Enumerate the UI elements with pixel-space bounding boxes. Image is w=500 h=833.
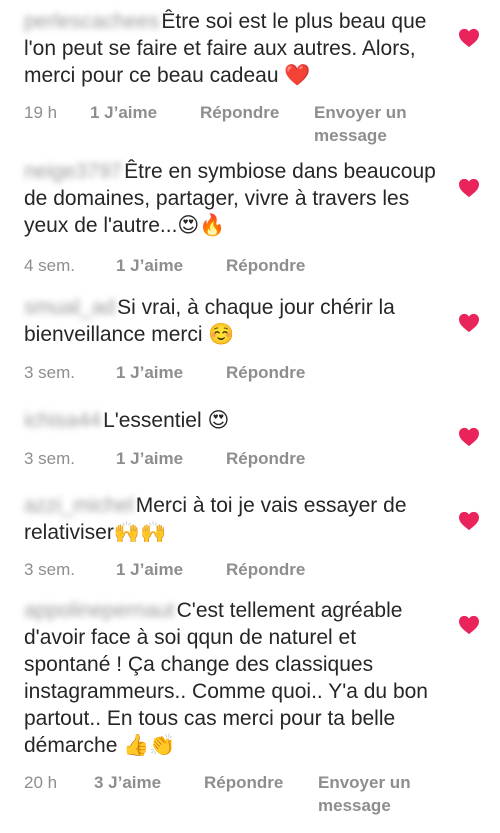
reply-button[interactable]: Répondre — [204, 771, 283, 794]
reply-button[interactable]: Répondre — [226, 254, 305, 277]
comment-username[interactable]: azzi_michel — [24, 492, 134, 519]
reply-button[interactable]: Répondre — [226, 361, 305, 384]
likes-count-button[interactable]: 1 J’aime — [116, 447, 183, 470]
comment-username[interactable]: appolinepernaut — [24, 597, 175, 624]
likes-count-button[interactable]: 1 J’aime — [116, 361, 183, 384]
reply-button[interactable]: Répondre — [226, 558, 305, 581]
comment-username[interactable]: smual_ad — [24, 294, 115, 321]
likes-count-button[interactable]: 1 J’aime — [116, 558, 183, 581]
comment-username[interactable]: ichisa44 — [24, 407, 101, 434]
comment-body: appolinepernautC'est tellement agréable … — [24, 597, 444, 759]
like-heart-icon[interactable] — [458, 178, 480, 198]
likes-count-button[interactable]: 1 J’aime — [90, 101, 157, 124]
comment-time: 3 sem. — [24, 449, 76, 468]
comment-time: 19 h — [24, 103, 58, 122]
comment-username[interactable]: neige3797 — [24, 158, 122, 185]
likes-count-button[interactable]: 1 J’aime — [116, 254, 183, 277]
comment-body: neige3797Être en symbiose dans beaucoup … — [24, 158, 444, 239]
comment-text: L'essentiel 😍 — [103, 409, 230, 432]
comment-body: smual_adSi vrai, à chaque jour chérir la… — [24, 294, 444, 348]
comment-username[interactable]: perlescachees — [24, 8, 159, 35]
comment-body: perlescacheesÊtre soi est le plus beau q… — [24, 8, 444, 89]
send-message-button[interactable]: Envoyer un message — [314, 101, 424, 147]
send-message-button[interactable]: Envoyer un message — [318, 771, 428, 817]
reply-button[interactable]: Répondre — [226, 447, 305, 470]
comment-body: ichisa44L'essentiel 😍 — [24, 407, 444, 434]
likes-count-button[interactable]: 3 J’aime — [94, 771, 161, 794]
like-heart-icon[interactable] — [458, 427, 480, 447]
reply-button[interactable]: Répondre — [200, 101, 279, 124]
comment-time: 3 sem. — [24, 363, 76, 382]
comment-time: 4 sem. — [24, 256, 76, 275]
like-heart-icon[interactable] — [458, 615, 480, 635]
like-heart-icon[interactable] — [458, 313, 480, 333]
comment-time: 20 h — [24, 773, 58, 792]
comment-time: 3 sem. — [24, 560, 76, 579]
like-heart-icon[interactable] — [458, 28, 480, 48]
comment-body: azzi_michelMerci à toi je vais essayer d… — [24, 492, 444, 546]
like-heart-icon[interactable] — [458, 511, 480, 531]
